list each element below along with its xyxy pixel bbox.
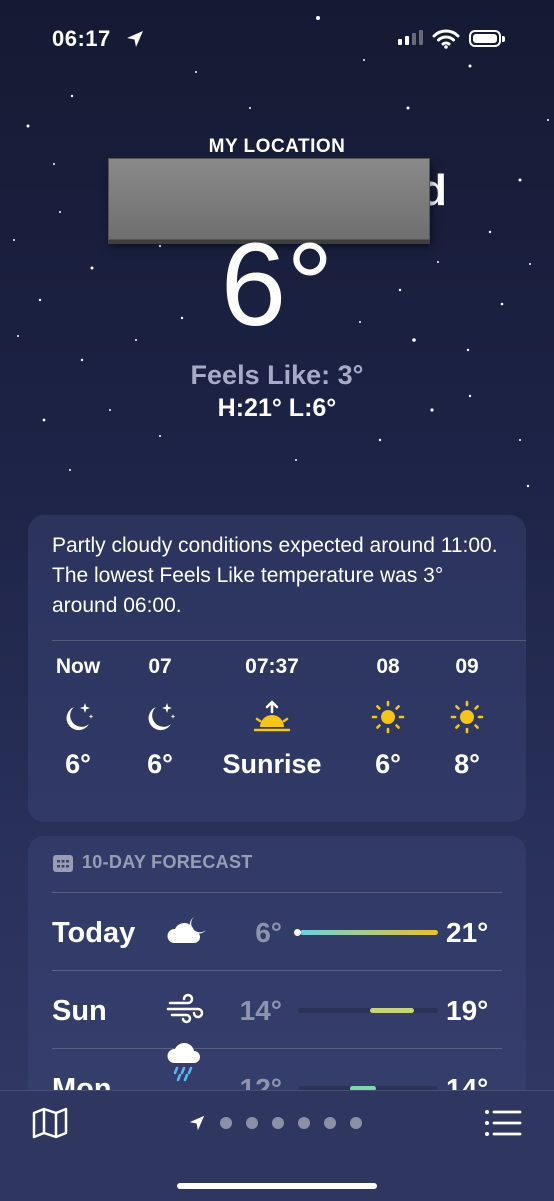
current-temperature: 6° [220, 219, 334, 351]
status-time: 06:17 [52, 26, 111, 51]
map-icon[interactable] [32, 1107, 68, 1139]
page-dot[interactable] [220, 1117, 232, 1129]
divider [52, 640, 526, 641]
hour-label: 07:37 [245, 655, 299, 678]
bottom-toolbar [0, 1090, 554, 1201]
page-dot[interactable] [350, 1117, 362, 1129]
page-indicator[interactable] [188, 1114, 362, 1132]
battery-icon [469, 30, 505, 47]
forecast-row-today[interactable]: Today 6° 21° [28, 893, 526, 971]
partly-cloudy-night-icon [164, 913, 210, 954]
sun-icon [417, 697, 517, 737]
home-indicator[interactable] [177, 1183, 377, 1189]
current-temp-dot [294, 929, 301, 936]
high-temp: 19° [446, 995, 489, 1026]
day-label: Sun [52, 995, 107, 1027]
forecast-summary: Partly cloudy conditions expected around… [52, 534, 498, 617]
day-label: Today [52, 917, 136, 949]
forecast-row-sun[interactable]: Sun 14° 19° [28, 971, 526, 1049]
page-dot[interactable] [246, 1117, 258, 1129]
page-dot[interactable] [272, 1117, 284, 1129]
temp-range-bar [294, 929, 438, 936]
page-dot[interactable] [324, 1117, 336, 1129]
feels-like: Feels Like: 3° [190, 360, 364, 390]
page-dot[interactable] [298, 1117, 310, 1129]
wifi-icon [432, 29, 460, 49]
forecast-title: 10-DAY FORECAST [82, 852, 253, 872]
hourly-forecast-card[interactable]: Partly cloudy conditions expected around… [28, 515, 526, 822]
location-label: MY LOCATION [208, 136, 346, 157]
rain-icon [164, 1042, 210, 1088]
hour-item: 09 8° [417, 655, 517, 780]
status-bar: 06:17 [0, 0, 554, 80]
cellular-signal-icon [398, 30, 423, 45]
temp-range-fill [370, 1008, 414, 1013]
sunrise-icon [222, 697, 322, 737]
calendar-icon [53, 854, 73, 872]
hour-label: 09 [455, 655, 479, 678]
moon-stars-icon [110, 697, 210, 737]
current-location-page-icon[interactable] [188, 1114, 206, 1132]
hour-temp: Sunrise [222, 749, 322, 779]
forecast-header: 10-DAY FORECAST [52, 852, 253, 873]
temp-range-fill [300, 930, 438, 935]
location-arrow-icon [127, 31, 143, 47]
hour-label: 07 [148, 655, 172, 678]
high-temp: 21° [446, 917, 489, 948]
list-icon[interactable] [484, 1109, 522, 1137]
hour-item: 07:37 Sunrise [222, 655, 322, 780]
low-temp: 14° [239, 995, 282, 1026]
high-low: H:21° L:6° [217, 394, 337, 422]
hour-temp: 8° [454, 749, 480, 779]
hour-temp: 6° [147, 749, 173, 779]
low-temp: 6° [255, 917, 282, 948]
wind-icon [164, 991, 210, 1032]
hour-item: 07 6° [110, 655, 210, 780]
temp-range-bar [298, 1008, 438, 1013]
